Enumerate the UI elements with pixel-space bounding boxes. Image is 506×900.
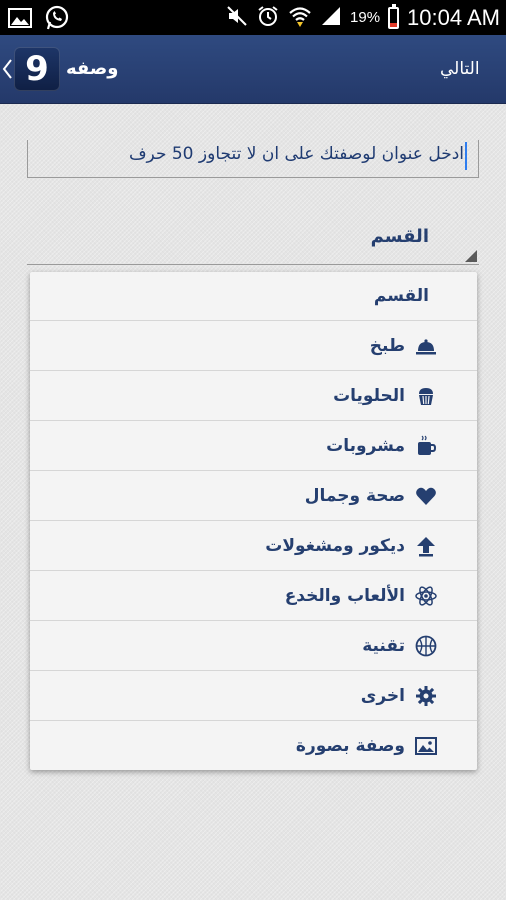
category-spinner[interactable]: القسم <box>27 220 479 265</box>
status-bar: 19% 10:04 AM <box>0 0 506 35</box>
battery-percent: 19% <box>350 9 381 26</box>
category-item-desserts[interactable]: الحلويات <box>30 372 477 421</box>
dropdown-header-item[interactable]: القسم <box>30 272 477 321</box>
action-bar: 9 وصفه التالي <box>0 35 506 104</box>
category-item-label: اخرى <box>360 686 405 706</box>
category-item-technology[interactable]: تقنية <box>30 622 477 671</box>
system-icons: 19% 10:04 AM <box>226 0 500 35</box>
recipe-title-text: ادخل عنوان لوصفتك على ان لا تتجاوز 50 حر… <box>128 144 464 164</box>
category-item-drinks[interactable]: مشروبات <box>30 422 477 471</box>
notification-icons <box>8 5 70 35</box>
category-item-photo-recipe[interactable]: وصفة بصورة <box>30 722 477 771</box>
category-dropdown: القسم طبخ الحلويات مشروبات صحة وجمال ديك… <box>30 272 477 770</box>
category-item-decor-crafts[interactable]: ديكور ومشغولات <box>30 522 477 571</box>
category-item-label: صحة وجمال <box>304 486 405 506</box>
category-item-label: الحلويات <box>333 386 405 406</box>
whatsapp-icon <box>44 5 70 35</box>
dropdown-header-label: القسم <box>373 286 429 306</box>
image-icon <box>8 7 32 33</box>
category-item-health-beauty[interactable]: صحة وجمال <box>30 472 477 521</box>
category-item-label: وصفة بصورة <box>295 736 405 756</box>
category-spinner-label: القسم <box>370 226 429 247</box>
category-item-label: تقنية <box>362 636 405 656</box>
category-item-other[interactable]: اخرى <box>30 672 477 721</box>
category-item-cooking[interactable]: طبخ <box>30 322 477 371</box>
back-chevron-icon[interactable] <box>0 57 14 81</box>
wifi-icon <box>288 5 312 31</box>
atom-icon <box>415 585 437 607</box>
basketball-icon <box>415 635 437 657</box>
gear-icon <box>415 685 437 707</box>
category-item-label: مشروبات <box>326 436 405 456</box>
cupcake-icon <box>415 385 437 407</box>
category-item-games-tricks[interactable]: الألعاب والخدع <box>30 572 477 621</box>
alarm-icon <box>256 4 280 32</box>
category-item-label: الألعاب والخدع <box>284 586 405 606</box>
next-button[interactable]: التالي <box>440 35 480 103</box>
text-cursor <box>465 142 467 170</box>
clock: 10:04 AM <box>407 4 500 30</box>
app-logo[interactable]: 9 <box>14 47 60 91</box>
mute-icon <box>226 5 248 31</box>
coffee-cup-icon <box>415 435 437 457</box>
picture-icon <box>415 735 437 757</box>
battery-icon <box>388 3 400 29</box>
heart-icon <box>415 485 437 507</box>
signal-icon <box>320 5 342 31</box>
recipe-title-input[interactable]: ادخل عنوان لوصفتك على ان لا تتجاوز 50 حر… <box>27 140 479 178</box>
upload-arrow-icon <box>415 535 437 557</box>
action-bar-title: وصفه <box>66 58 119 79</box>
dropdown-corner-icon <box>465 250 477 262</box>
category-item-label: طبخ <box>369 336 405 356</box>
cloche-icon <box>415 335 437 357</box>
category-item-label: ديكور ومشغولات <box>265 536 405 556</box>
